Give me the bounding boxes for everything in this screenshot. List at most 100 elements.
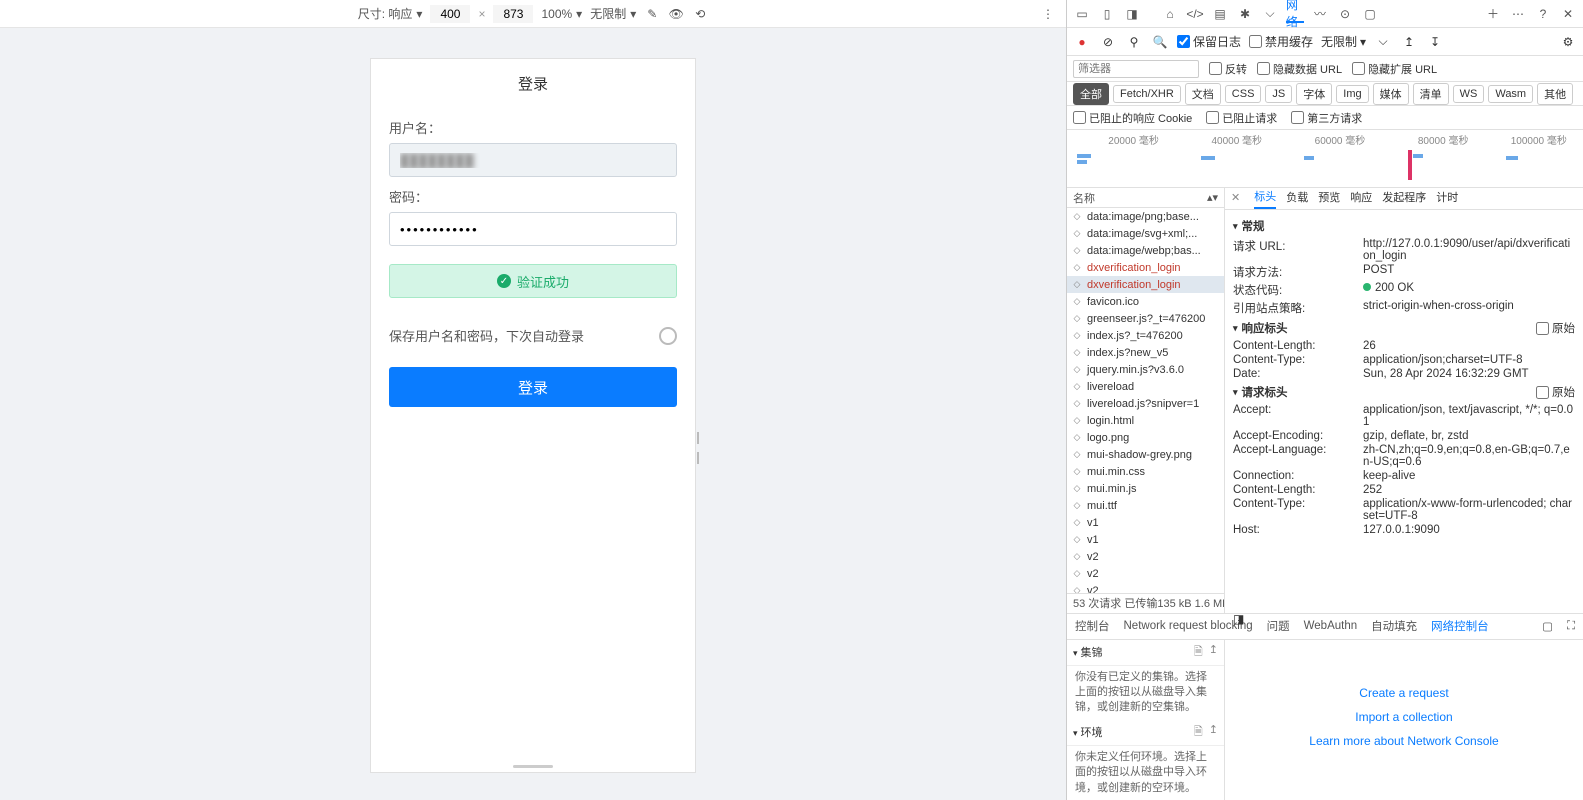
throttle-dropdown[interactable]: 无限制 ▾ (1321, 33, 1366, 50)
tab-preview[interactable]: 预览 (1318, 189, 1340, 208)
record-icon[interactable]: ● (1073, 33, 1091, 51)
more-tools-icon[interactable]: ⋯ (1509, 5, 1527, 23)
request-row[interactable]: ◇login.html (1067, 412, 1224, 429)
wifi-icon[interactable]: ⌵ (1261, 5, 1279, 23)
device-icon[interactable]: ▯ (1098, 5, 1116, 23)
hide-data-url-checkbox[interactable]: 隐藏数据 URL (1257, 61, 1342, 77)
wifi2-icon[interactable]: ⌵ (1374, 33, 1392, 51)
request-row[interactable]: ◇v2 (1067, 565, 1224, 582)
password-input[interactable] (389, 212, 677, 246)
request-row[interactable]: ◇dxverification_login (1067, 276, 1224, 293)
request-row[interactable]: ◇v1 (1067, 514, 1224, 531)
section-response-headers[interactable]: ▾响应标头 原始 (1233, 320, 1575, 336)
blocked-cookie-checkbox[interactable]: 已阻止的响应 Cookie (1073, 110, 1192, 126)
request-row[interactable]: ◇index.js?new_v5 (1067, 344, 1224, 361)
resize-handle-right[interactable] (697, 428, 703, 468)
help-icon[interactable]: ? (1534, 5, 1552, 23)
drawer-collection-header[interactable]: ▾集锦 🗎↥ (1067, 640, 1224, 666)
request-row[interactable]: ◇mui.min.js (1067, 480, 1224, 497)
import-collection-link[interactable]: Import a collection (1355, 710, 1452, 724)
tab-timing[interactable]: 计时 (1436, 189, 1458, 208)
type-ws[interactable]: WS (1453, 85, 1485, 103)
request-row[interactable]: ◇livereload (1067, 378, 1224, 395)
learn-more-link[interactable]: Learn more about Network Console (1309, 734, 1498, 748)
request-row[interactable]: ◇livereload.js?snipver=1 (1067, 395, 1224, 412)
blocked-req-checkbox[interactable]: 已阻止请求 (1206, 110, 1277, 126)
memory-icon[interactable]: ⊙ (1336, 5, 1354, 23)
upload2-icon[interactable]: ↥ (1209, 643, 1218, 662)
request-row[interactable]: ◇mui.min.css (1067, 463, 1224, 480)
type-js[interactable]: JS (1265, 85, 1292, 103)
width-input[interactable] (430, 5, 470, 23)
filter-icon[interactable]: ⚲ (1125, 33, 1143, 51)
type-css[interactable]: CSS (1225, 85, 1262, 103)
request-list-header[interactable]: 名称▴▾ (1067, 188, 1224, 208)
eye-icon[interactable]: 👁 (668, 6, 684, 22)
drawer-autofill[interactable]: 自动填充 (1371, 618, 1417, 634)
request-row[interactable]: ◇v1 (1067, 531, 1224, 548)
filter-input[interactable] (1073, 60, 1199, 78)
drawer-webauthn[interactable]: WebAuthn (1304, 620, 1358, 632)
search-icon[interactable]: 🔍 (1151, 33, 1169, 51)
drawer-dock-icon[interactable]: ▢ (1542, 619, 1553, 633)
height-input[interactable] (493, 5, 533, 23)
third-party-checkbox[interactable]: 第三方请求 (1291, 110, 1362, 126)
request-row[interactable]: ◇greenseer.js?_t=476200 (1067, 310, 1224, 327)
more-icon[interactable]: ⋮ (1040, 6, 1056, 22)
request-row[interactable]: ◇jquery.min.js?v3.6.0 (1067, 361, 1224, 378)
hide-ext-url-checkbox[interactable]: 隐藏扩展 URL (1352, 61, 1437, 77)
network-tab[interactable]: 网络 (1286, 5, 1304, 23)
request-row[interactable]: ◇mui.ttf (1067, 497, 1224, 514)
sources-icon[interactable]: ✱ (1236, 5, 1254, 23)
tab-response[interactable]: 响应 (1350, 189, 1372, 208)
download-icon[interactable]: ↧ (1426, 33, 1444, 51)
file2-icon[interactable]: 🗎 (1194, 723, 1203, 742)
tab-headers[interactable]: 标头 (1254, 188, 1276, 209)
rotate-icon[interactable]: ⟲ (692, 6, 708, 22)
throttle-select[interactable]: 无限制 ▾ (590, 5, 636, 22)
request-row[interactable]: ◇index.js?_t=476200 (1067, 327, 1224, 344)
type-other[interactable]: 其他 (1537, 83, 1573, 105)
file-icon[interactable]: 🗎 (1194, 643, 1203, 662)
disable-cache-checkbox[interactable]: 禁用缓存 (1249, 33, 1313, 50)
upload-icon[interactable]: ↥ (1400, 33, 1418, 51)
upload3-icon[interactable]: ↥ (1209, 723, 1218, 742)
type-fetch[interactable]: Fetch/XHR (1113, 85, 1181, 103)
drawer-env-header[interactable]: ▾环境 🗎↥ (1067, 720, 1224, 746)
close-devtools-icon[interactable]: ✕ (1559, 5, 1577, 23)
zoom-select[interactable]: 100% ▾ (541, 7, 582, 21)
inspect-icon[interactable]: ▭ (1073, 5, 1091, 23)
application-icon[interactable]: ▢ (1361, 5, 1379, 23)
type-manifest[interactable]: 清单 (1413, 83, 1449, 105)
username-input[interactable] (389, 143, 677, 177)
type-doc[interactable]: 文档 (1185, 83, 1221, 105)
size-label[interactable]: 尺寸: 响应 ▾ (358, 5, 423, 22)
panel-toggle-icon[interactable]: ◨ (1233, 612, 1244, 626)
drawer-console[interactable]: 控制台 (1075, 618, 1110, 634)
preserve-log-checkbox[interactable]: 保留日志 (1177, 33, 1241, 50)
resize-handle-bottom[interactable] (371, 761, 695, 772)
create-request-link[interactable]: Create a request (1359, 686, 1448, 700)
home-icon[interactable]: ⌂ (1161, 5, 1179, 23)
request-row[interactable]: ◇logo.png (1067, 429, 1224, 446)
invert-checkbox[interactable]: 反转 (1209, 61, 1247, 77)
type-media[interactable]: 媒体 (1373, 83, 1409, 105)
clear-icon[interactable]: ⊘ (1099, 33, 1117, 51)
type-all[interactable]: 全部 (1073, 83, 1109, 105)
request-row[interactable]: ◇mui-shadow-grey.png (1067, 446, 1224, 463)
request-row[interactable]: ◇dxverification_login (1067, 259, 1224, 276)
section-general[interactable]: ▾常规 (1233, 218, 1575, 234)
tab-payload[interactable]: 负载 (1286, 189, 1308, 208)
plus-icon[interactable]: ＋ (1484, 5, 1502, 23)
close-detail-icon[interactable]: ✕ (1231, 191, 1240, 207)
type-img[interactable]: Img (1336, 85, 1368, 103)
settings-icon[interactable]: ⚙ (1559, 33, 1577, 51)
login-button[interactable]: 登录 (389, 367, 677, 407)
drawer-expand-icon[interactable]: ⛶ (1567, 620, 1575, 633)
drawer-issues[interactable]: 问题 (1267, 618, 1290, 634)
request-row[interactable]: ◇data:image/png;base... (1067, 208, 1224, 225)
elements-icon[interactable]: </> (1186, 5, 1204, 23)
request-row[interactable]: ◇v2 (1067, 548, 1224, 565)
detail-body[interactable]: ▾常规 请求 URL:http://127.0.0.1:9090/user/ap… (1225, 210, 1583, 613)
type-wasm[interactable]: Wasm (1488, 85, 1533, 103)
